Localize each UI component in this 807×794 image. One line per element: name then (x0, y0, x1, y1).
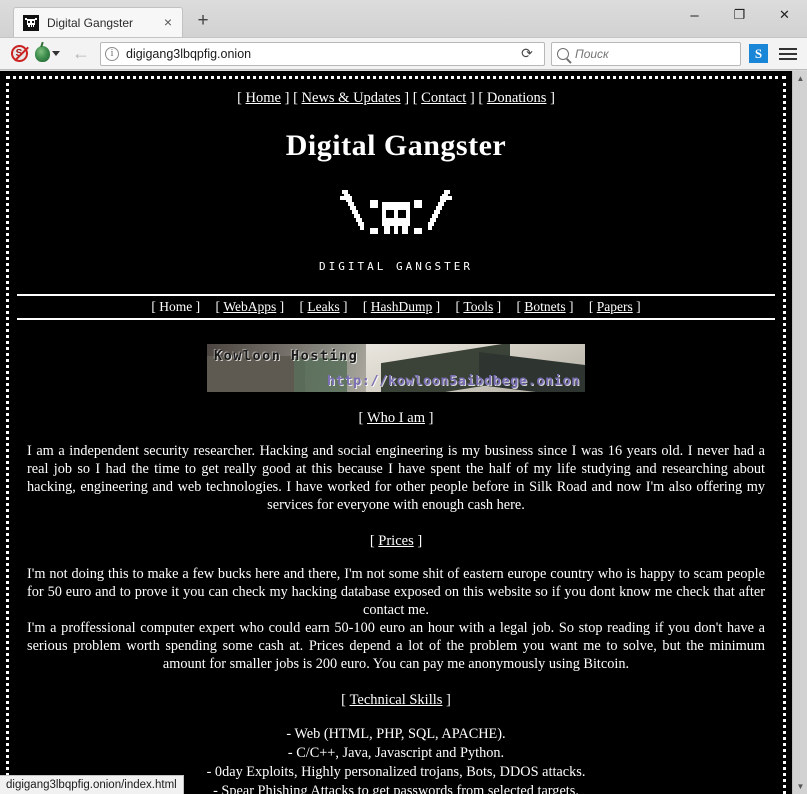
nav-link-papers[interactable]: Papers (597, 299, 633, 314)
kowloon-hosting-banner[interactable]: Kowloon Hosting http://kowloon5aibdbege.… (207, 344, 585, 392)
scroll-up-arrow[interactable]: ▲ (793, 71, 807, 86)
section-link-prices[interactable]: Prices (378, 533, 413, 549)
status-bar-text: digigang3lbqpfig.onion/index.html (6, 779, 177, 791)
minimize-button[interactable]: – (672, 0, 717, 30)
status-bar: digigang3lbqpfig.onion/index.html (0, 775, 184, 794)
top-nav-item-contact[interactable]: [ Contact ] (413, 90, 475, 106)
nav-item-tools[interactable]: [ Tools ] (456, 299, 502, 314)
close-window-button[interactable]: ✕ (762, 0, 807, 30)
top-nav-item-home[interactable]: [ Home ] (237, 90, 289, 106)
page-scrollbar[interactable]: ▲ ▼ (792, 71, 807, 794)
top-nav-item-donations[interactable]: [ Donations ] (478, 90, 555, 106)
title-bar: Digital Gangster × + – ❐ ✕ (0, 0, 807, 38)
page-title: Digital Gangster (285, 129, 507, 162)
tab-title: Digital Gangster (47, 15, 134, 30)
search-bar[interactable]: Поиск (551, 41, 741, 66)
top-nav-link-news[interactable]: News & Updates (302, 90, 401, 106)
top-nav-link-contact[interactable]: Contact (421, 90, 466, 106)
nav-item-botnets[interactable]: [ Botnets ] (516, 299, 573, 314)
close-tab-icon[interactable]: × (160, 15, 176, 31)
top-nav-link-donations[interactable]: Donations (487, 90, 547, 106)
section-link-technical-skills[interactable]: Technical Skills (350, 692, 443, 708)
logo-caption: DIGITAL GANGSTER (319, 260, 473, 273)
maximize-button[interactable]: ❐ (717, 0, 762, 30)
browser-window: Digital Gangster × + – ❐ ✕ S ← i digigan… (0, 0, 807, 794)
scrollbar-thumb[interactable] (793, 86, 807, 386)
nav-link-hashdump[interactable]: HashDump (371, 299, 433, 314)
main-nav: [ Home ] [ WebApps ] [ Leaks ] [ HashDum… (17, 294, 775, 320)
nav-link-botnets[interactable]: Botnets (524, 299, 565, 314)
browser-toolbar: S ← i digigang3lbqpfig.onion ⟳ Поиск S (0, 38, 807, 70)
nav-item-home[interactable]: [ Home ] (151, 299, 200, 314)
search-input[interactable]: Поиск (575, 47, 609, 61)
site-info-icon[interactable]: i (105, 46, 119, 61)
page-viewport: [ Home ] [ News & Updates ] [ Contact ] … (0, 71, 807, 794)
top-nav: [ Home ] [ News & Updates ] [ Contact ] … (17, 88, 775, 107)
nav-link-tools[interactable]: Tools (463, 299, 493, 314)
back-button[interactable]: ← (68, 41, 94, 67)
list-item: - C/C++, Java, Javascript and Python. (287, 744, 505, 761)
section-heading-technical-skills: [ Technical Skills ] (341, 691, 451, 708)
page-frame: [ Home ] [ News & Updates ] [ Contact ] … (6, 76, 786, 794)
nav-item-hashdump[interactable]: [ HashDump ] (363, 299, 440, 314)
noscript-icon[interactable]: S (7, 42, 31, 66)
skull-favicon (23, 14, 39, 31)
menu-icon[interactable] (776, 42, 800, 66)
banner-title: Kowloon Hosting (214, 348, 359, 364)
section-heading-who-i-am: [ Who I am ] (358, 410, 434, 426)
logo-container: DIGITAL GANGSTER (17, 184, 775, 273)
nav-link-home[interactable]: Home (159, 299, 192, 314)
prices-body-2: I'm a proffessional computer expert who … (27, 620, 765, 673)
section-heading-prices: [ Prices ] (369, 532, 423, 549)
search-icon (557, 47, 569, 60)
list-item: - Web (HTML, PHP, SQL, APACHE). (286, 725, 506, 742)
banner-url: http://kowloon5aibdbege.onion (326, 373, 580, 389)
url-input[interactable]: digigang3lbqpfig.onion (126, 47, 514, 61)
who-i-am-body: I am a independent security researcher. … (27, 443, 765, 514)
onion-icon (35, 45, 50, 62)
nav-item-webapps[interactable]: [ WebApps ] (216, 299, 285, 314)
chevron-down-icon (52, 51, 60, 56)
scroll-down-arrow[interactable]: ▼ (793, 779, 807, 794)
url-bar[interactable]: i digigang3lbqpfig.onion ⟳ (100, 41, 545, 66)
web-page: [ Home ] [ News & Updates ] [ Contact ] … (0, 71, 792, 794)
browser-tab[interactable]: Digital Gangster × (13, 7, 183, 37)
nav-item-leaks[interactable]: [ Leaks ] (300, 299, 348, 314)
torbutton-icon[interactable] (35, 45, 60, 62)
nav-link-webapps[interactable]: WebApps (223, 299, 276, 314)
window-controls: – ❐ ✕ (672, 0, 807, 30)
prices-body-1: I'm not doing this to make a few bucks h… (27, 565, 765, 618)
nav-link-leaks[interactable]: Leaks (307, 299, 339, 314)
section-link-who-i-am[interactable]: Who I am (367, 410, 425, 426)
reload-button[interactable]: ⟳ (514, 42, 540, 66)
top-nav-item-news[interactable]: [ News & Updates ] (293, 90, 409, 106)
extension-button[interactable]: S (749, 44, 768, 63)
top-nav-link-home[interactable]: Home (246, 90, 281, 106)
skull-with-rifles-logo (336, 184, 456, 246)
new-tab-button[interactable]: + (193, 11, 213, 31)
nav-item-papers[interactable]: [ Papers ] (589, 299, 641, 314)
